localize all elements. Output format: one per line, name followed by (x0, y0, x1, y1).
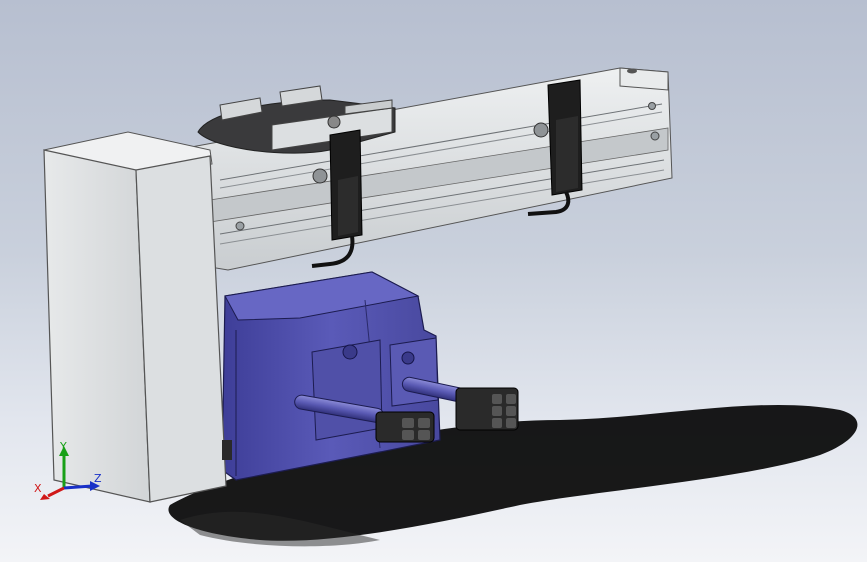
linear-rail[interactable] (174, 67, 673, 271)
cad-viewport[interactable]: Y Z X (0, 0, 867, 562)
model-scene[interactable] (0, 0, 867, 562)
z-axis-arrow (63, 484, 93, 490)
axis-triad: Y Z X (34, 440, 102, 500)
z-axis-label: Z (94, 472, 102, 485)
x-axis-label: X (34, 482, 42, 495)
y-axis-label: Y (59, 440, 67, 453)
x-axis-arrow (47, 486, 65, 498)
